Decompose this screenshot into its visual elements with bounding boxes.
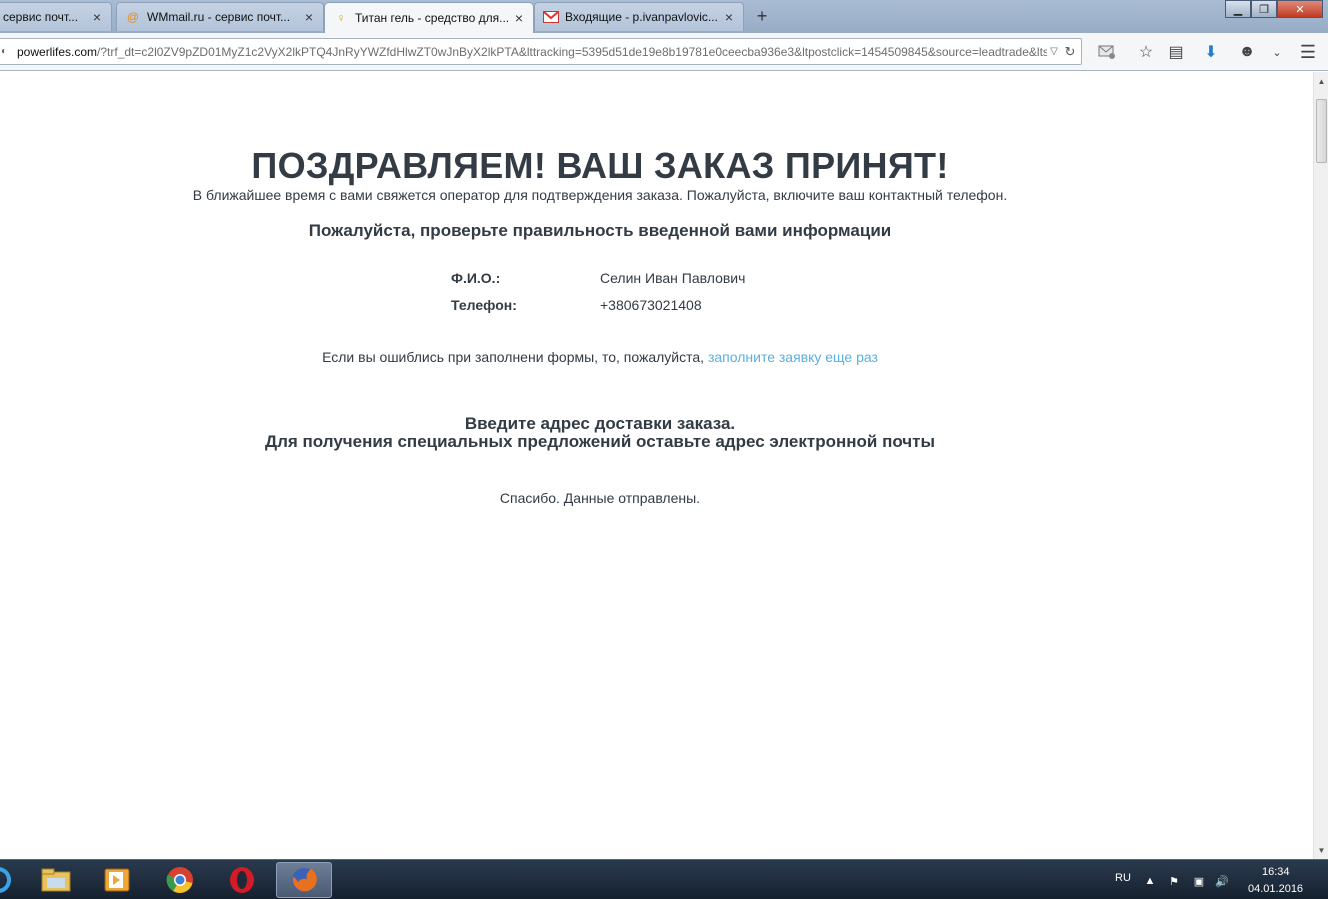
gmail-icon	[543, 9, 559, 25]
name-value: Селин Иван Павлович	[600, 270, 746, 286]
volume-icon[interactable]: 🔊	[1214, 873, 1230, 889]
chat-icon[interactable]: ☻	[1236, 42, 1258, 62]
url-text[interactable]: powerlifes.com/?trf_dt=c2l0ZV9pZD01MyZ1c…	[17, 45, 1047, 59]
minimize-button[interactable]: ▁	[1225, 0, 1251, 18]
close-icon[interactable]: ×	[89, 9, 105, 25]
site-identity-icon[interactable]: ◐	[1, 45, 15, 59]
chevron-down-icon[interactable]: ⌄	[1266, 42, 1288, 62]
scroll-up-icon[interactable]: ▲	[1314, 74, 1328, 88]
url-host: powerlifes.com	[17, 44, 98, 59]
clock-date[interactable]: 04.01.2016	[1248, 883, 1303, 895]
error-text: Если вы ошиблись при заполнени формы, то…	[322, 349, 708, 365]
name-label: Ф.И.О.:	[451, 270, 501, 286]
scrollbar-thumb[interactable]	[1316, 99, 1327, 163]
windows-taskbar: RU	[0, 859, 1328, 899]
language-indicator[interactable]: RU	[1115, 872, 1131, 884]
tab-title: Входящие - p.ivanpavlovic...	[565, 10, 718, 24]
menu-icon[interactable]: ☰	[1297, 42, 1319, 62]
media-player-icon[interactable]	[89, 862, 145, 898]
url-dropdown-icon[interactable]: ▽	[1047, 46, 1061, 57]
reading-list-icon[interactable]: ▤	[1165, 42, 1187, 62]
firefox-icon[interactable]	[276, 862, 332, 898]
address-heading: Введите адрес доставки заказа.	[464, 414, 736, 433]
tab-title: сервис почт...	[3, 10, 79, 24]
navigation-bar: ◐ powerlifes.com/?trf_dt=c2l0ZV9pZD01MyZ…	[0, 33, 1328, 71]
tab-gmail-inbox[interactable]: Входящие - p.ivanpavlovic... ×	[534, 2, 744, 31]
tab-mail-service[interactable]: сервис почт... ×	[0, 2, 112, 31]
tab-title: WMmail.ru - сервис почт...	[147, 10, 291, 24]
ie-icon[interactable]	[0, 862, 26, 898]
new-tab-button[interactable]: +	[752, 6, 772, 26]
window-close-button[interactable]: ✕	[1277, 0, 1323, 18]
page-title: ПОЗДРАВЛЯЕМ! ВАШ ЗАКАЗ ПРИНЯТ!	[251, 145, 949, 186]
close-icon[interactable]: ×	[721, 9, 737, 25]
address-bar[interactable]: ◐ powerlifes.com/?trf_dt=c2l0ZV9pZD01MyZ…	[0, 38, 1082, 65]
refill-form-link[interactable]: заполните заявку еще раз	[708, 349, 878, 365]
url-path: /?trf_dt=c2l0ZV9pZD01MyZ1c2VyX2lkPTQ4JnR…	[97, 44, 1047, 59]
mail-notifier-icon[interactable]	[1096, 42, 1118, 62]
action-center-icon[interactable]: ⚑	[1166, 873, 1182, 889]
phone-label: Телефон:	[451, 297, 517, 313]
tab-strip: сервис почт... × @ WMmail.ru - сервис по…	[0, 0, 1328, 33]
downloads-icon[interactable]: ⬇	[1200, 42, 1222, 62]
show-hidden-icons-icon[interactable]: ▲	[1142, 873, 1158, 889]
scroll-down-icon[interactable]: ▼	[1314, 843, 1328, 857]
phone-value: +380673021408	[600, 297, 702, 313]
close-icon[interactable]: ×	[301, 9, 317, 25]
maximize-button[interactable]: ❐	[1251, 0, 1277, 18]
bookmark-star-icon[interactable]: ☆	[1135, 42, 1157, 62]
opera-icon[interactable]	[214, 862, 270, 898]
page-content: ПОЗДРАВЛЯЕМ! ВАШ ЗАКАЗ ПРИНЯТ! В ближайш…	[0, 72, 1313, 859]
check-info-heading: Пожалуйста, проверьте правильность введе…	[308, 221, 892, 240]
tab-wmmail[interactable]: @ WMmail.ru - сервис почт... ×	[116, 2, 324, 31]
wmmail-icon: @	[126, 10, 140, 24]
submitted-message: Спасибо. Данные отправлены.	[499, 490, 701, 506]
page-subtitle: В ближайшее время с вами свяжется операт…	[192, 187, 1008, 203]
chrome-icon[interactable]	[152, 862, 208, 898]
clock-time[interactable]: 16:34	[1262, 866, 1290, 878]
tab-title: Титан гель - средство для...	[355, 11, 510, 25]
tab-titan-gel[interactable]: ♀ Титан гель - средство для... ×	[324, 2, 534, 33]
close-icon[interactable]: ×	[511, 10, 527, 26]
vertical-scrollbar[interactable]: ▲ ▼	[1313, 72, 1328, 859]
email-offer-heading: Для получения специальных предложений ос…	[264, 432, 936, 451]
network-icon[interactable]: ▣	[1191, 873, 1207, 889]
reload-icon[interactable]: ↻	[1061, 44, 1079, 60]
titan-icon: ♀	[336, 11, 346, 25]
error-notice: Если вы ошиблись при заполнени формы, то…	[0, 349, 1200, 365]
file-explorer-icon[interactable]	[28, 862, 84, 898]
